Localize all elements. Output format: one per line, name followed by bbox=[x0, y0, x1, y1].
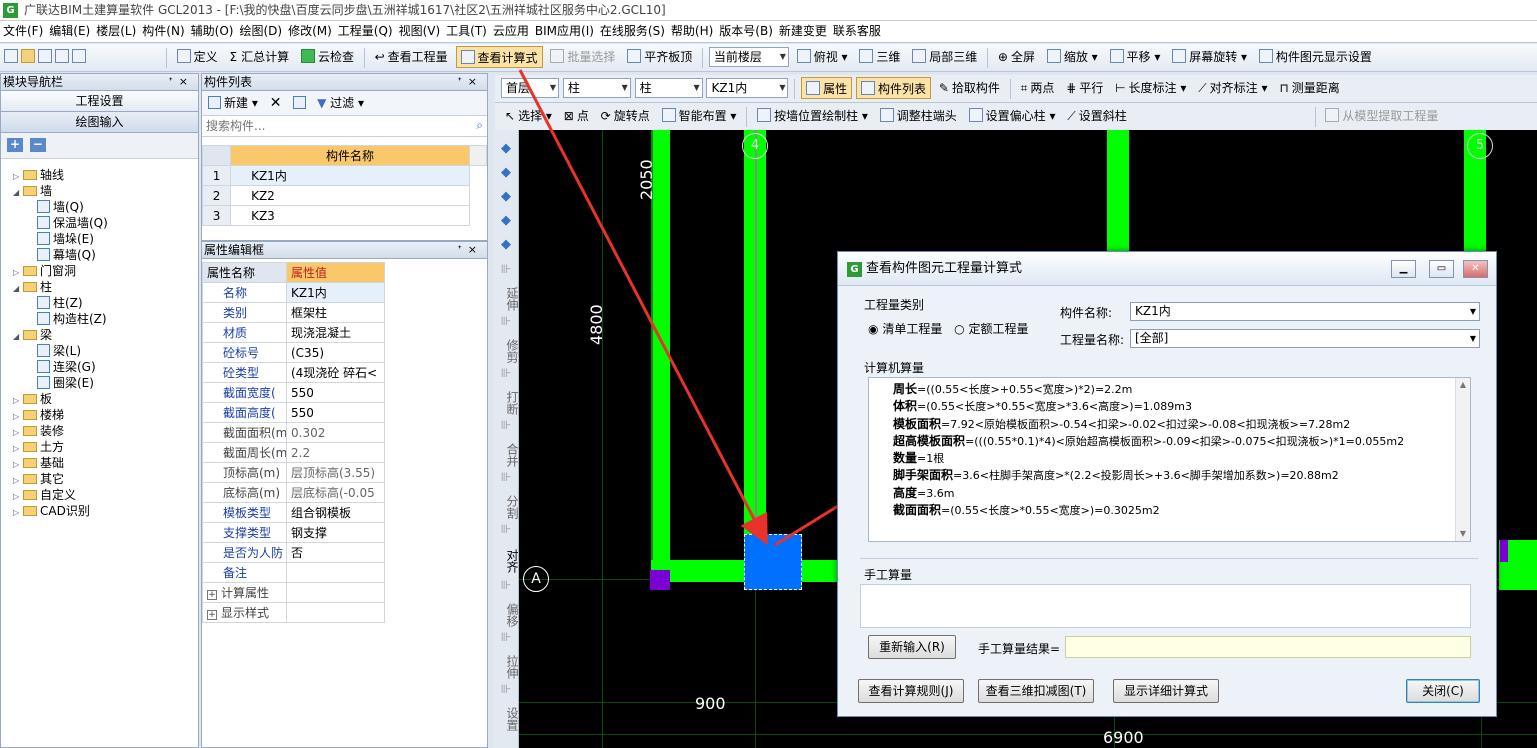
close-window-button[interactable]: ✕ bbox=[1463, 260, 1488, 278]
radio-bill[interactable]: ◉ 清单工程量 bbox=[868, 322, 942, 336]
formula-name: 截面面积 bbox=[893, 503, 942, 518]
reenter-button[interactable]: 重新输入(R) bbox=[868, 635, 956, 659]
show-detail-button[interactable]: 显示详细计算式 bbox=[1113, 679, 1219, 703]
maximize-button[interactable]: ▭ bbox=[1429, 260, 1454, 278]
formula-name: 数量 bbox=[893, 451, 918, 466]
view-3d-deduct-button[interactable]: 查看三维扣减图(T) bbox=[978, 679, 1094, 703]
formula-expr: =(0.55<长度>*0.55<宽度>*3.6<高度>)=1.089m3 bbox=[917, 400, 1193, 414]
dialog-comp-name-select[interactable]: KZ1内 bbox=[1130, 302, 1480, 321]
view-rules-button[interactable]: 查看计算规则(J) bbox=[858, 679, 964, 703]
formula-expr: =7.92<原始模板面积>-0.54<扣梁>-0.02<扣过梁>-0.08<扣现… bbox=[941, 417, 1351, 431]
dialog-logo-icon: G bbox=[847, 262, 862, 277]
manual-result-label: 手工算量结果= bbox=[978, 642, 1061, 656]
qty-type-label: 工程量类别 bbox=[864, 298, 925, 312]
radio-empty-icon: ○ bbox=[954, 322, 965, 336]
formula-line: 周长=((0.55<长度>+0.55<宽度>)*2)=2.2m bbox=[893, 381, 1470, 398]
formula-name: 周长 bbox=[893, 382, 918, 396]
radio-bill-label: 清单工程量 bbox=[882, 322, 943, 336]
manual-input-area[interactable] bbox=[860, 584, 1471, 628]
formula-name: 脚手架面积 bbox=[893, 468, 954, 483]
formula-line: 脚手架面积=3.6<柱脚手架高度>*(2.2<投影周长>+3.6<脚手架增加系数… bbox=[893, 467, 1470, 484]
formula-scrollbar[interactable]: ▲ ▼ bbox=[1455, 378, 1470, 541]
dialog-titlebar: G 查看构件图元工程量计算式 ▁ ▭ ✕ bbox=[838, 252, 1496, 286]
qty-name-value: [全部] bbox=[1135, 331, 1169, 345]
formula-expr: =((0.55<长度>+0.55<宽度>)*2)=2.2m bbox=[917, 383, 1133, 396]
formula-name: 高度 bbox=[893, 485, 918, 500]
formula-line: 高度=3.6m bbox=[893, 485, 1470, 502]
formula-dialog: G 查看构件图元工程量计算式 ▁ ▭ ✕ 工程量类别 ◉ 清单工程量 ○ 定额工… bbox=[837, 251, 1497, 717]
qty-name-select[interactable]: [全部] bbox=[1130, 329, 1480, 348]
formula-line: 超高模板面积=(((0.55*0.1)*4)<原始超高模板面积>-0.09<扣梁… bbox=[893, 433, 1470, 450]
dialog-comp-name-value: KZ1内 bbox=[1135, 304, 1171, 318]
formula-expr: =3.6<柱脚手架高度>*(2.2<投影周长>+3.6<脚手架增加系数>)=20… bbox=[953, 469, 1339, 483]
computer-qty-label: 计算机算量 bbox=[864, 361, 925, 375]
manual-result-field[interactable] bbox=[1065, 636, 1471, 658]
formula-text-area[interactable]: 周长=((0.55<长度>+0.55<宽度>)*2)=2.2m 体积=(0.55<… bbox=[868, 377, 1471, 542]
formula-expr: =1根 bbox=[917, 452, 945, 466]
dialog-title: 查看构件图元工程量计算式 bbox=[866, 261, 1023, 276]
formula-expr: =(0.55<长度>*0.55<宽度>)=0.3025m2 bbox=[941, 504, 1160, 518]
radio-selected-icon: ◉ bbox=[868, 322, 879, 336]
qty-type-radios: ◉ 清单工程量 ○ 定额工程量 bbox=[868, 320, 1028, 337]
formula-name: 超高模板面积 bbox=[893, 433, 966, 448]
formula-expr: =3.6m bbox=[917, 486, 955, 500]
dialog-comp-name-label: 构件名称: bbox=[1060, 306, 1113, 320]
formula-name: 模板面积 bbox=[893, 416, 942, 431]
formula-line: 体积=(0.55<长度>*0.55<宽度>*3.6<高度>)=1.089m3 bbox=[893, 398, 1470, 415]
formula-expr: =(((0.55*0.1)*4)<原始超高模板面积>-0.09<扣梁>-0.07… bbox=[965, 434, 1405, 448]
qty-name-label: 工程量名称: bbox=[1060, 333, 1125, 347]
close-dialog-button[interactable]: 关闭(C) bbox=[1406, 679, 1480, 703]
arrow-toolbar-to-column bbox=[518, 69, 768, 546]
formula-line: 数量=1根 bbox=[893, 450, 1470, 467]
radio-quota-label: 定额工程量 bbox=[968, 322, 1029, 336]
formula-line: 截面面积=(0.55<长度>*0.55<宽度>)=0.3025m2 bbox=[893, 502, 1470, 519]
manual-qty-label: 手工算量 bbox=[864, 568, 913, 582]
divider bbox=[860, 558, 1478, 559]
minimize-button[interactable]: ▁ bbox=[1391, 260, 1416, 278]
formula-name: 体积 bbox=[893, 399, 918, 414]
radio-quota[interactable]: ○ 定额工程量 bbox=[954, 322, 1028, 336]
formula-line: 模板面积=7.92<原始模板面积>-0.54<扣梁>-0.02<扣过梁>-0.0… bbox=[893, 416, 1470, 433]
